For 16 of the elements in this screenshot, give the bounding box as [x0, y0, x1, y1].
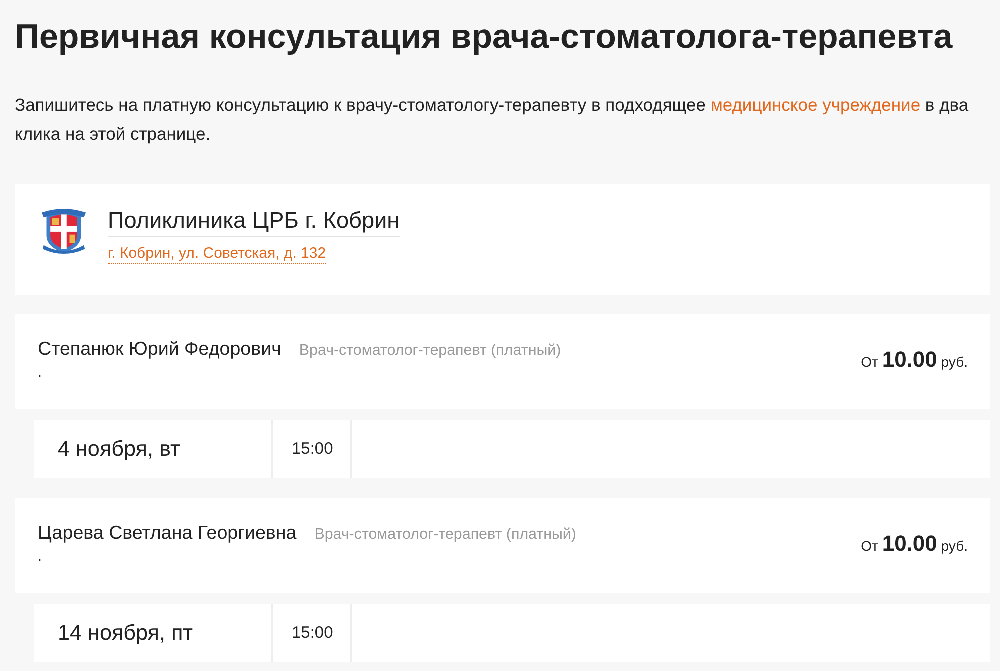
slot-date: 14 ноября, пт: [58, 620, 194, 646]
intro-text: Запишитесь на платную консультацию к врачу-стоматологу-терапевту в подходящее медицинское учреждение в два клика на этой странице.: [15, 94, 970, 146]
doctor-name[interactable]: Степанюк Юрий Федорович: [38, 338, 282, 360]
time-slot-button[interactable]: 15:00: [273, 420, 350, 478]
note-text: .: [38, 548, 42, 564]
clinic-name[interactable]: Поликлиника ЦРБ г. Кобрин: [108, 207, 400, 237]
specialty-text: Врач-стоматолог-терапевт (платный): [314, 526, 576, 544]
price-text: От 10.00 руб.: [861, 354, 968, 370]
note-text: .: [38, 364, 42, 380]
slot-date: 4 ноября, вт: [58, 436, 180, 462]
page-title: Первичная консультация врача-стоматолога-терапевта: [15, 17, 954, 58]
specialty-text: Врач-стоматолог-терапевт (платный): [299, 342, 562, 360]
shield-emblem-icon: [41, 207, 87, 255]
doctor-name[interactable]: Царева Светлана Георгиевна: [38, 522, 297, 544]
time-slot-button[interactable]: 15:00: [273, 604, 350, 662]
price-text: От 10.00 руб.: [861, 538, 968, 554]
